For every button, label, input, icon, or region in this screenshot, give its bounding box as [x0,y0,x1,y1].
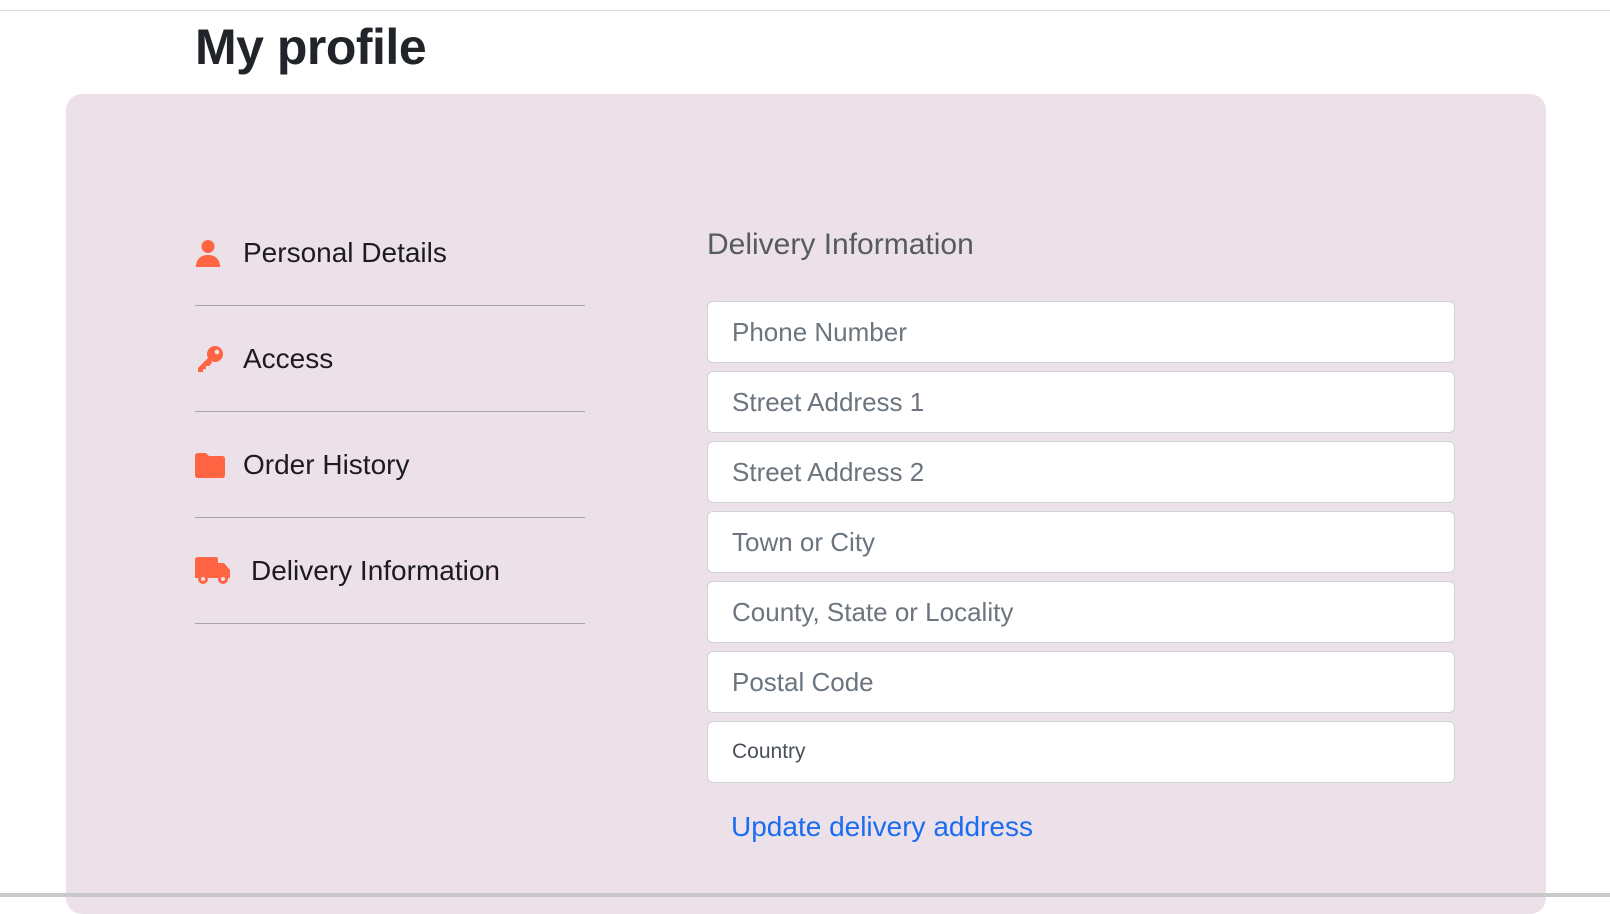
sidebar-item-access[interactable]: Access [195,306,585,412]
delivery-form: Delivery Information Country Update deli… [707,225,1455,843]
town-or-city-field[interactable] [707,511,1455,573]
key-icon [195,344,225,374]
sidebar-item-order-history[interactable]: Order History [195,412,585,518]
form-title: Delivery Information [707,228,974,261]
sidebar-item-personal-details[interactable]: Personal Details [195,200,585,306]
sidebar-item-label: Access [243,342,334,374]
country-select[interactable]: Country [707,721,1455,783]
user-icon [195,238,225,268]
truck-icon [195,556,233,586]
profile-sidebar: Personal Details Access Order History De… [195,200,585,624]
postal-code-field[interactable] [707,651,1455,713]
sidebar-item-label: Personal Details [243,236,447,268]
phone-number-field[interactable] [707,301,1455,363]
folder-icon [195,450,225,480]
street-address-1-field[interactable] [707,371,1455,433]
top-divider [0,10,1610,11]
sidebar-item-delivery-information[interactable]: Delivery Information [195,518,585,624]
bottom-divider [0,893,1610,897]
sidebar-item-label: Order History [243,448,410,480]
street-address-2-field[interactable] [707,441,1455,503]
update-delivery-address-link[interactable]: Update delivery address [731,811,1033,843]
page-title: My profile [195,19,427,75]
country-select-value: Country [732,740,806,763]
sidebar-item-label: Delivery Information [251,554,500,586]
county-state-locality-field[interactable] [707,581,1455,643]
